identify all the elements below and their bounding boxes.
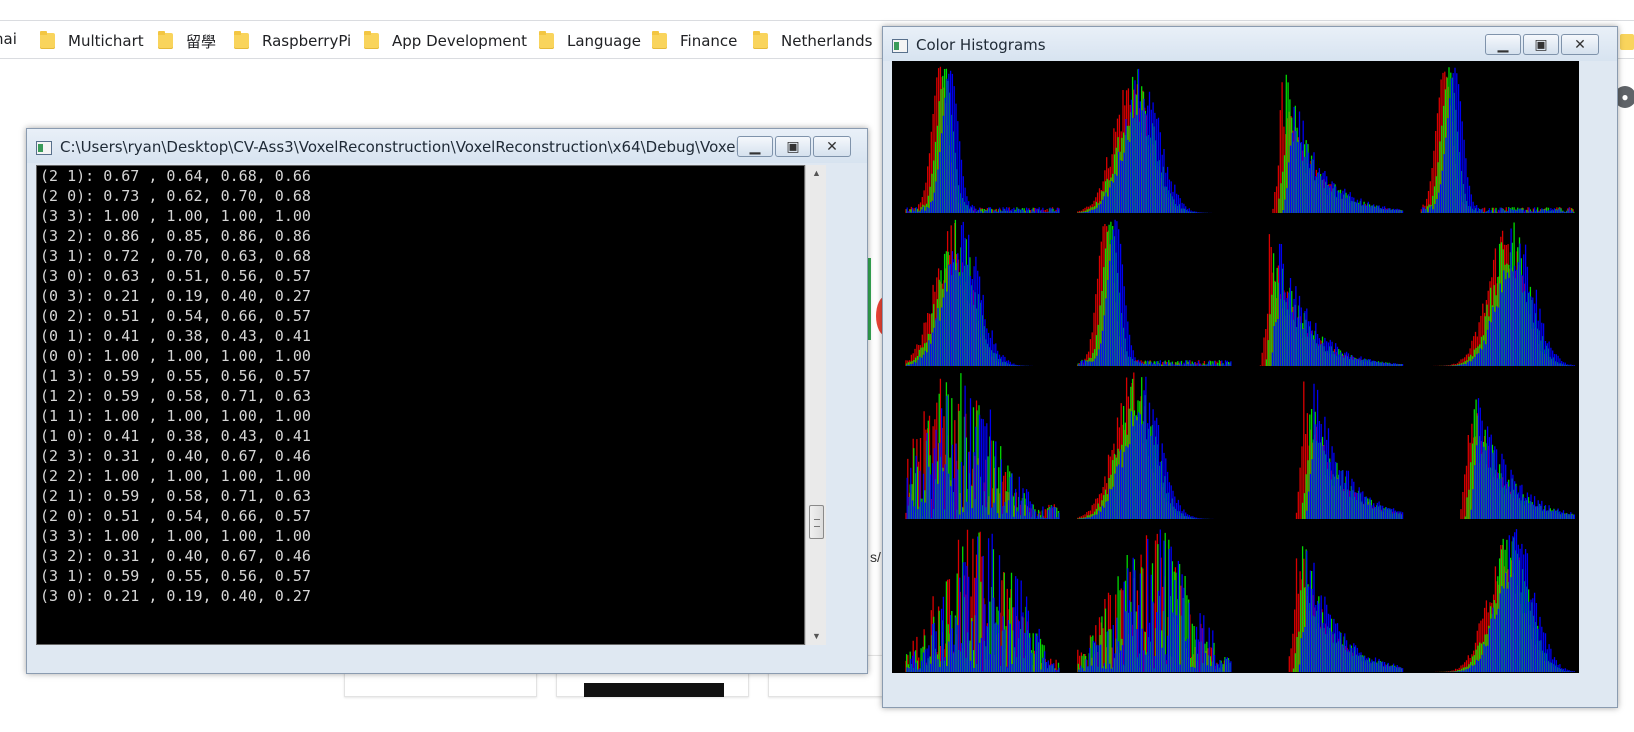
console-line: (2 0): 0.73 , 0.62, 0.70, 0.68 xyxy=(40,187,311,205)
bookmark-label: App Development xyxy=(392,32,528,50)
scrollbar-thumb[interactable] xyxy=(809,505,824,539)
bookmark-raspberrypi[interactable]: RaspberryPi xyxy=(234,30,351,52)
folder-icon xyxy=(753,31,768,49)
bookmark-label: Multichart xyxy=(68,32,144,50)
bookmark-language[interactable]: Language xyxy=(539,30,641,52)
console-scrollbar[interactable]: ▲ ▼ xyxy=(805,165,826,645)
bookmark-label: Language xyxy=(567,32,642,50)
bookmark-study-abroad[interactable]: 留學 xyxy=(158,30,216,52)
maximize-button[interactable]: ▣ xyxy=(775,136,811,157)
folder-icon xyxy=(158,31,173,49)
console-window: C:\Users\ryan\Desktop\CV-Ass3\VoxelRecon… xyxy=(26,128,868,674)
scroll-down-icon[interactable]: ▼ xyxy=(806,628,827,645)
histogram-cell xyxy=(1077,529,1232,672)
folder-icon xyxy=(234,31,249,49)
histogram-cell xyxy=(1077,372,1214,519)
bookmark-label: Netherlands xyxy=(781,32,873,50)
histogram-cell xyxy=(1077,219,1232,366)
close-button[interactable]: ✕ xyxy=(1561,34,1599,55)
console-line: (3 3): 1.00 , 1.00, 1.00, 1.00 xyxy=(40,527,311,545)
histogram-title: Color Histograms xyxy=(916,36,1046,54)
bookmark-label: Finance xyxy=(680,32,738,50)
minimize-button[interactable]: ▁ xyxy=(737,136,773,157)
console-output[interactable]: (2 1): 0.67 , 0.64, 0.68, 0.66 (2 0): 0.7… xyxy=(36,165,805,645)
console-line: (3 2): 0.31 , 0.40, 0.67, 0.46 xyxy=(40,547,311,565)
console-title: C:\Users\ryan\Desktop\CV-Ass3\VoxelRecon… xyxy=(60,138,760,156)
console-line: (0 1): 0.41 , 0.38, 0.43, 0.41 xyxy=(40,327,311,345)
histogram-grid xyxy=(905,66,1576,672)
console-line: (2 1): 0.67 , 0.64, 0.68, 0.66 xyxy=(40,167,311,185)
folder-icon xyxy=(40,31,55,49)
folder-icon xyxy=(652,31,667,49)
bookmark-netherlands[interactable]: Netherlands xyxy=(753,30,872,52)
console-line: (0 2): 0.51 , 0.54, 0.66, 0.57 xyxy=(40,307,311,325)
histogram-channel xyxy=(905,66,1059,213)
console-titlebar[interactable]: C:\Users\ryan\Desktop\CV-Ass3\VoxelRecon… xyxy=(27,129,867,163)
histogram-cell xyxy=(905,373,1060,519)
histogram-cell xyxy=(1295,381,1404,519)
histogram-channel xyxy=(1306,383,1404,519)
console-line: (2 2): 1.00 , 1.00, 1.00, 1.00 xyxy=(40,467,311,485)
histogram-cell xyxy=(1288,546,1404,672)
scroll-up-icon[interactable]: ▲ xyxy=(806,165,827,182)
histogram-canvas xyxy=(892,61,1579,673)
console-line: (3 1): 0.72 , 0.70, 0.63, 0.68 xyxy=(40,247,311,265)
console-line: (3 0): 0.21 , 0.19, 0.40, 0.27 xyxy=(40,587,311,605)
console-line: (1 3): 0.59 , 0.55, 0.56, 0.57 xyxy=(40,367,311,385)
bookmark-multichart[interactable]: Multichart xyxy=(40,30,144,52)
histogram-cell xyxy=(1272,74,1404,213)
histogram-cell xyxy=(1433,222,1576,366)
histogram-cell xyxy=(905,529,1060,672)
histogram-cell xyxy=(1435,529,1576,672)
console-line: (0 0): 1.00 , 1.00, 1.00, 1.00 xyxy=(40,347,311,365)
desktop-screen: { "browser": { "bookmarks_cut": "hai", "… xyxy=(0,0,1634,732)
histogram-cell xyxy=(905,219,1033,366)
histogram-cell xyxy=(1420,67,1575,213)
background-thumbnail xyxy=(584,683,724,697)
histogram-app-icon xyxy=(892,39,908,53)
background-text: s/ xyxy=(870,549,881,565)
console-line: (3 0): 0.63 , 0.51, 0.56, 0.57 xyxy=(40,267,311,285)
histogram-channel xyxy=(1282,107,1404,213)
console-line: (2 0): 0.51 , 0.54, 0.66, 0.57 xyxy=(40,507,311,525)
histogram-channel xyxy=(1470,398,1576,519)
console-line: (3 3): 1.00 , 1.00, 1.00, 1.00 xyxy=(40,207,311,225)
folder-icon xyxy=(539,31,554,49)
console-line: (1 1): 1.00 , 1.00, 1.00, 1.00 xyxy=(40,407,311,425)
bookmark-finance[interactable]: Finance xyxy=(652,30,737,52)
console-line: (1 0): 0.41 , 0.38, 0.43, 0.41 xyxy=(40,427,311,445)
bookmark-label: 留學 xyxy=(186,32,217,51)
console-app-icon xyxy=(36,141,52,155)
histogram-cell xyxy=(1259,234,1404,366)
minimize-button[interactable]: ▁ xyxy=(1485,34,1521,55)
bookmark-app-development[interactable]: App Development xyxy=(364,30,527,52)
histogram-cell xyxy=(1077,68,1212,213)
console-line: (3 1): 0.59 , 0.55, 0.56, 0.57 xyxy=(40,567,311,585)
console-line: (2 1): 0.59 , 0.58, 0.71, 0.63 xyxy=(40,487,311,505)
console-line: (0 3): 0.21 , 0.19, 0.40, 0.27 xyxy=(40,287,311,305)
console-line: (3 2): 0.86 , 0.85, 0.86, 0.86 xyxy=(40,227,311,245)
close-button[interactable]: ✕ xyxy=(813,136,851,157)
bookmark-truncated[interactable]: hai xyxy=(0,30,17,48)
histogram-titlebar[interactable]: Color Histograms ▁ ▣ ✕ xyxy=(883,27,1617,61)
console-line: (1 2): 0.59 , 0.58, 0.71, 0.63 xyxy=(40,387,311,405)
folder-icon xyxy=(1620,34,1634,50)
console-line: (2 3): 0.31 , 0.40, 0.67, 0.46 xyxy=(40,447,311,465)
histogram-cell xyxy=(1460,398,1576,519)
histogram-window: Color Histograms ▁ ▣ ✕ xyxy=(882,26,1618,708)
histogram-cell xyxy=(905,66,1060,213)
maximize-button[interactable]: ▣ xyxy=(1523,34,1559,55)
histogram-channel xyxy=(1298,550,1404,672)
folder-icon xyxy=(364,31,379,49)
bookmark-label: RaspberryPi xyxy=(262,32,352,50)
